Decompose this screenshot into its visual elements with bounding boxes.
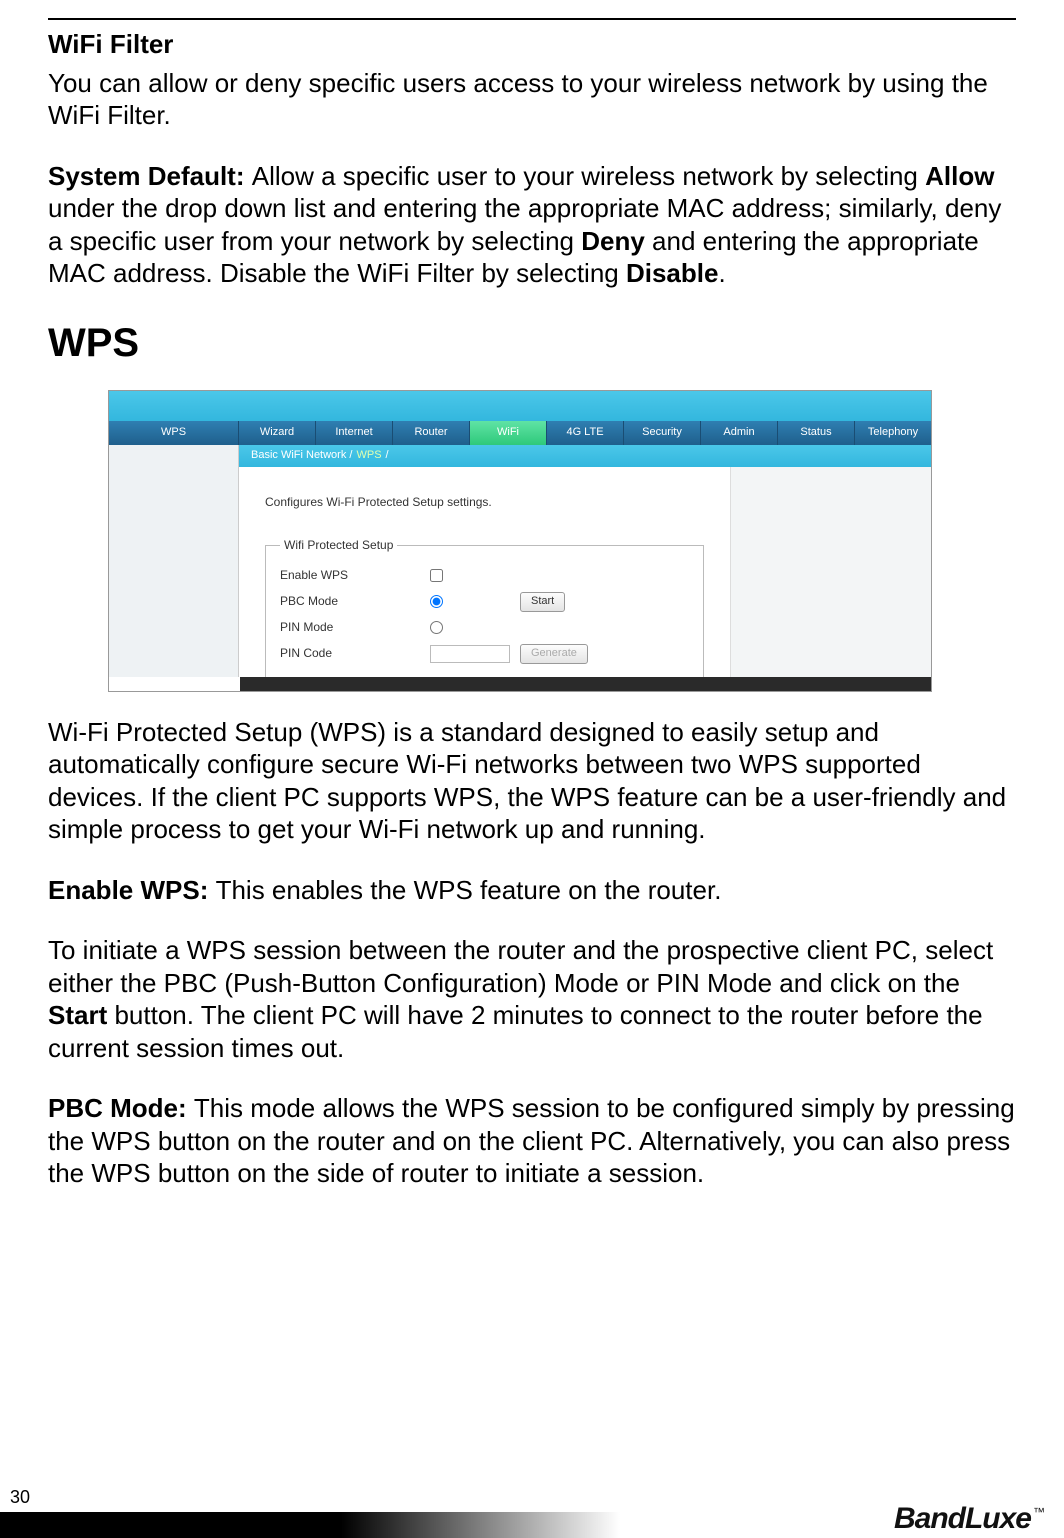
start-button[interactable]: Start <box>520 592 565 612</box>
tab-status[interactable]: Status <box>778 421 855 445</box>
tab-router[interactable]: Router <box>393 421 470 445</box>
radio-pin-mode[interactable] <box>430 621 443 634</box>
wps-pbc-para: PBC Mode: This mode allows the WPS sessi… <box>48 1092 1016 1190</box>
router-center-column: Configures Wi-Fi Protected Setup setting… <box>239 467 731 677</box>
tab-internet[interactable]: Internet <box>316 421 393 445</box>
sysdef-text-1: Allow a specific user to your wireless n… <box>252 161 925 191</box>
router-side-below <box>109 445 239 467</box>
router-tabs: Wizard Internet Router WiFi 4G LTE Secur… <box>239 421 931 445</box>
router-right-column <box>731 467 931 677</box>
radio-pbc-mode[interactable] <box>430 595 443 608</box>
generate-button[interactable]: Generate <box>520 644 588 664</box>
label-enable-wps: Enable WPS <box>280 568 430 583</box>
router-bottom-bar <box>240 677 931 691</box>
tab-admin[interactable]: Admin <box>701 421 778 445</box>
enable-wps-text: This enables the WPS feature on the rout… <box>216 875 722 905</box>
wifi-filter-intro: You can allow or deny specific users acc… <box>48 67 1016 132</box>
label-pbc-mode: PBC Mode <box>280 594 430 609</box>
enable-wps-label: Enable WPS: <box>48 875 216 905</box>
wifi-filter-heading: WiFi Filter <box>48 28 1016 61</box>
trademark-icon: ™ <box>1033 1505 1044 1519</box>
sysdef-allow: Allow <box>925 161 994 191</box>
pbc-mode-label: PBC Mode: <box>48 1093 194 1123</box>
breadcrumb-prefix: Basic WiFi Network / <box>251 449 352 463</box>
label-pin-code: PIN Code <box>280 646 430 661</box>
wps-legend: Wifi Protected Setup <box>280 538 397 553</box>
wps-fieldset: Wifi Protected Setup Enable WPS PBC Mode… <box>265 538 704 682</box>
router-topbar <box>109 391 931 421</box>
page-footer: 30 BandLuxe™ <box>0 1482 1064 1538</box>
breadcrumb-suffix: / <box>386 449 389 463</box>
router-left-column <box>109 467 239 677</box>
wps-enable-para: Enable WPS: This enables the WPS feature… <box>48 874 1016 907</box>
wifi-filter-sysdef: System Default: Allow a specific user to… <box>48 160 1016 290</box>
page-number: 30 <box>10 1487 30 1508</box>
wps-para-2: To initiate a WPS session between the ro… <box>48 934 1016 1064</box>
wps-start-bold: Start <box>48 1000 107 1030</box>
sysdef-disable: Disable <box>626 258 719 288</box>
tab-wifi[interactable]: WiFi <box>470 421 547 445</box>
brand-name: BandLuxe <box>894 1502 1031 1536</box>
router-admin-screenshot: WPS Wizard Internet Router WiFi 4G LTE S… <box>108 390 932 692</box>
wps-para-2b: button. The client PC will have 2 minute… <box>48 1000 983 1063</box>
footer-gradient-bar <box>0 1512 620 1538</box>
breadcrumb-active[interactable]: WPS <box>356 449 381 463</box>
sysdef-label: System Default: <box>48 161 252 191</box>
wps-heading: WPS <box>48 318 1016 368</box>
pbc-mode-text: This mode allows the WPS session to be c… <box>48 1093 1015 1188</box>
router-side-label: WPS <box>109 421 239 445</box>
input-pin-code[interactable] <box>430 645 510 663</box>
sysdef-text-4: . <box>718 258 725 288</box>
tab-telephony[interactable]: Telephony <box>855 421 931 445</box>
router-breadcrumb: Basic WiFi Network / WPS / <box>239 445 931 467</box>
router-desc: Configures Wi-Fi Protected Setup setting… <box>265 495 704 510</box>
tab-4glte[interactable]: 4G LTE <box>547 421 624 445</box>
checkbox-enable-wps[interactable] <box>430 569 443 582</box>
label-pin-mode: PIN Mode <box>280 620 430 635</box>
wps-para-1: Wi-Fi Protected Setup (WPS) is a standar… <box>48 716 1016 846</box>
brand-logo: BandLuxe™ <box>894 1502 1044 1536</box>
wps-para-2a: To initiate a WPS session between the ro… <box>48 935 993 998</box>
sysdef-deny: Deny <box>581 226 645 256</box>
tab-security[interactable]: Security <box>624 421 701 445</box>
tab-wizard[interactable]: Wizard <box>239 421 316 445</box>
